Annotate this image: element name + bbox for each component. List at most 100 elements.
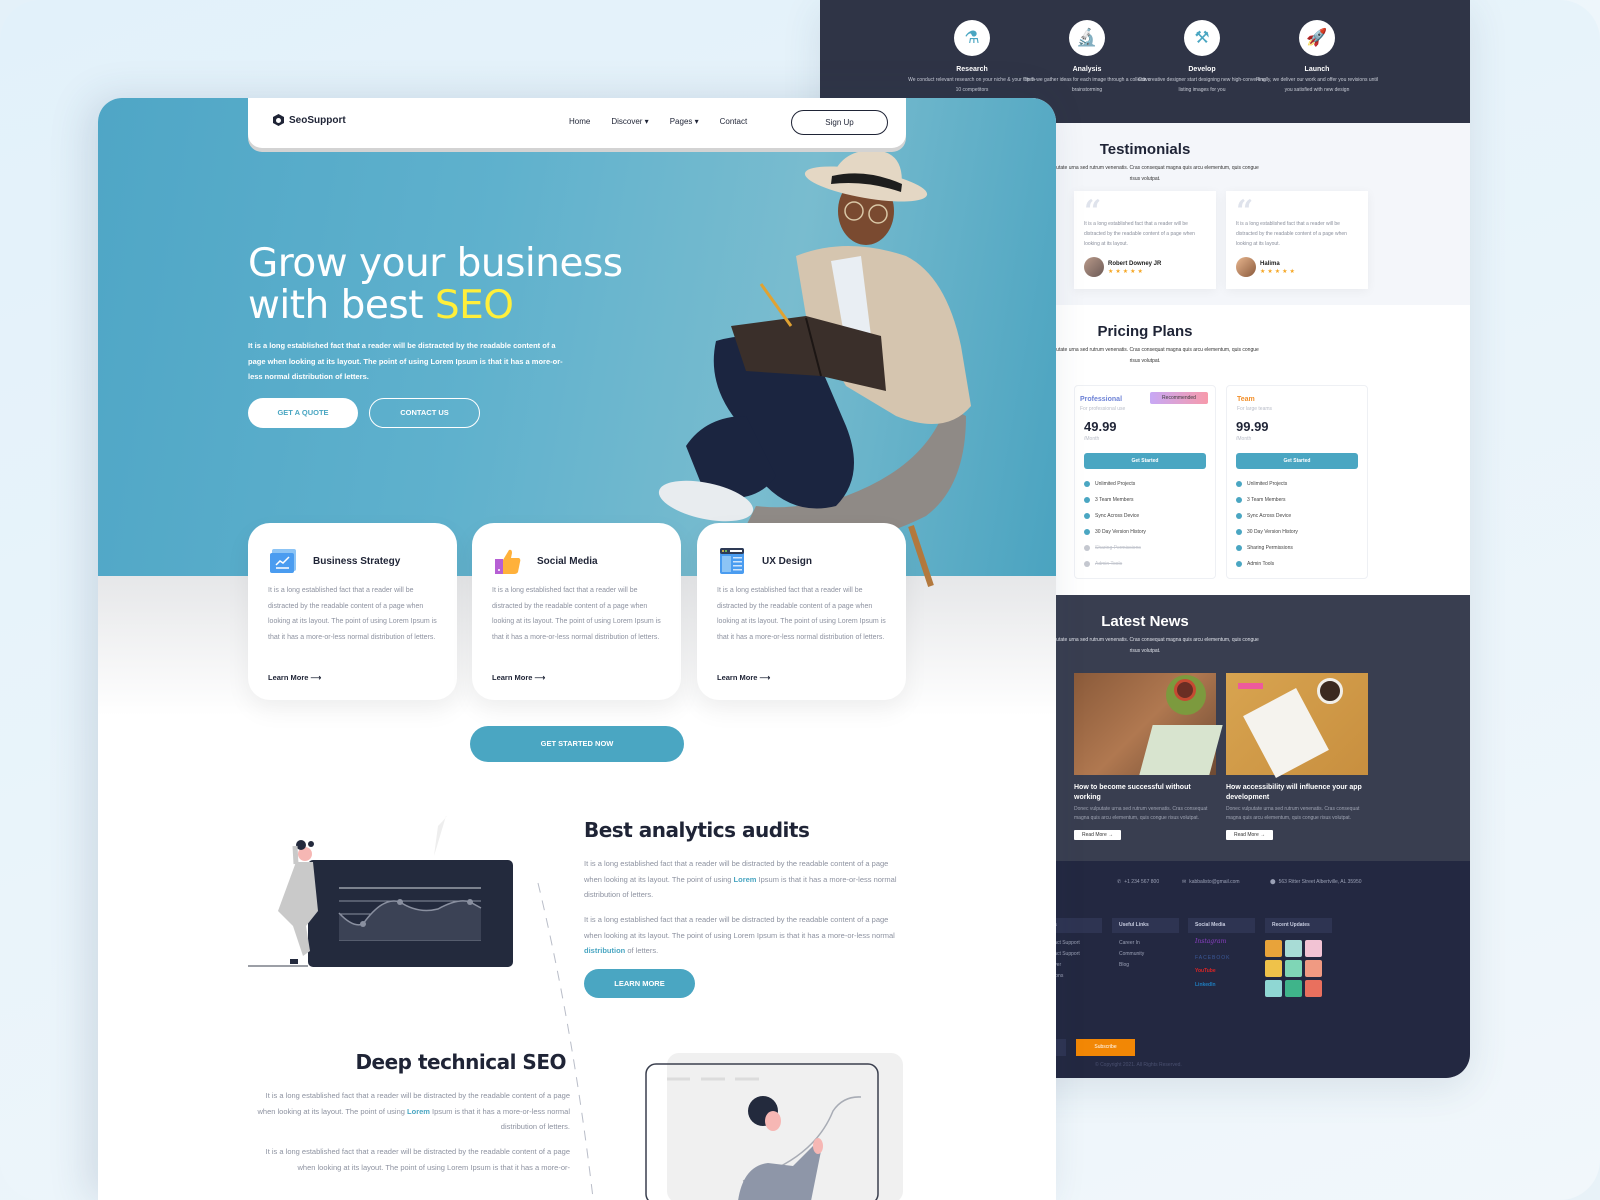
text: Ipsum is that it has a more-or-less norm… (429, 1106, 570, 1132)
news-image (1074, 673, 1223, 775)
contact-us-button[interactable]: CONTACT US (369, 398, 480, 428)
nav-link-discover[interactable]: Discover ▾ (611, 117, 648, 126)
front-page-preview: SeoSupport Home Discover ▾ Pages ▾ Conta… (98, 98, 1056, 1200)
brand-name: SeoSupport (289, 114, 346, 126)
footer-link[interactable]: Community (1119, 951, 1144, 957)
facebook-link[interactable]: FACEBOOK (1195, 955, 1231, 961)
get-a-quote-button[interactable]: GET A QUOTE (248, 398, 358, 428)
footer-address: ⬤ 563 Ritter Street Albertville, AL 35950 (1270, 879, 1362, 885)
tools-icon: ⚒ (1184, 20, 1220, 56)
nav-link-pages[interactable]: Pages ▾ (670, 117, 699, 126)
hero-title-prefix: with best (248, 283, 435, 328)
highlight-link[interactable]: Lorem (407, 1107, 430, 1116)
recent-update-thumb[interactable] (1305, 980, 1322, 997)
learn-more-button[interactable]: LEARN MORE (584, 969, 695, 998)
learn-more-link[interactable]: Learn More ⟶ (492, 673, 545, 682)
news-card[interactable]: How accessibility will influence your ap… (1226, 673, 1368, 841)
email-text[interactable]: kabbalisto@gmail.com (1189, 879, 1239, 885)
rocket-icon: 🚀 (1299, 20, 1335, 56)
process-step-title: Analysis (1072, 66, 1102, 73)
process-step-text: Then we gather ideas for each image thro… (1023, 77, 1151, 93)
news-excerpt: Donec vulputate urna sed rutrum venenati… (1226, 806, 1360, 821)
text: of letters. (625, 946, 659, 955)
phone-icon: ✆ (1117, 879, 1122, 885)
highlight-link[interactable]: distribution (584, 946, 625, 955)
feature-item: Unlimited Projects (1236, 481, 1287, 487)
learn-more-link[interactable]: Learn More ⟶ (268, 673, 321, 682)
process-step-title: Launch (1304, 66, 1330, 73)
feature-label: Sharing Permissions (1095, 545, 1141, 551)
technical-seo-title: Deep technical SEO (355, 1050, 566, 1074)
news-title-text[interactable]: How to become successful without working (1074, 783, 1216, 803)
chart-board-icon (270, 549, 296, 573)
youtube-link[interactable]: YouTube (1195, 968, 1216, 974)
plan-name: Team (1237, 396, 1255, 403)
card-title: Business Strategy (313, 556, 401, 567)
person-hair (308, 841, 314, 847)
check-icon (1236, 561, 1242, 567)
avatar (1236, 257, 1256, 277)
testimonial-card: “ It is a long established fact that a r… (1226, 191, 1368, 289)
recent-update-thumb[interactable] (1265, 960, 1282, 977)
footer-link[interactable]: Career In (1119, 940, 1140, 946)
technical-illustration (645, 1053, 903, 1200)
feature-item: 3 Team Members (1084, 497, 1134, 503)
browser-layout-icon (720, 548, 744, 574)
get-started-button[interactable]: Get Started (1236, 453, 1358, 469)
testimonials-subtitle: Donec vulputate urna sed rutrum venenati… (1031, 165, 1259, 182)
pricing-subtitle: Donec vulputate urna sed rutrum venenati… (1031, 347, 1259, 364)
highlight-link[interactable]: Lorem (734, 875, 757, 884)
footer-link[interactable]: Blog (1119, 962, 1129, 968)
technical-paragraph-1: It is a long established fact that a rea… (248, 1088, 570, 1135)
sign-up-button[interactable]: Sign Up (791, 110, 888, 135)
pricing-title: Pricing Plans (1097, 323, 1193, 340)
check-icon (1236, 497, 1242, 503)
read-more-button[interactable]: Read More → (1226, 830, 1274, 840)
footer-column-heading: Social Media (1188, 918, 1255, 933)
get-started-button[interactable]: Get Started (1084, 453, 1206, 469)
check-icon (1084, 529, 1090, 535)
card-title: Social Media (537, 556, 598, 567)
service-card-social-media: Social Media It is a long established fa… (472, 523, 681, 700)
recent-update-thumb[interactable] (1265, 980, 1282, 997)
learn-more-link[interactable]: Learn More ⟶ (717, 673, 770, 682)
instagram-link[interactable]: Instagram (1195, 938, 1226, 945)
feature-label: Sharing Permissions (1247, 545, 1293, 551)
chart-point (360, 921, 366, 927)
recent-update-thumb[interactable] (1305, 940, 1322, 957)
recommended-badge: Recommended (1150, 392, 1208, 404)
check-icon (1236, 529, 1242, 535)
feature-item: 30 Day Version History (1236, 529, 1298, 535)
pencil (759, 283, 793, 327)
card-text: It is a long established fact that a rea… (492, 587, 661, 641)
recent-update-thumb[interactable] (1285, 940, 1302, 957)
nav-link-home[interactable]: Home (569, 117, 590, 126)
subscribe-button[interactable]: Subscribe (1076, 1039, 1135, 1056)
feature-label: Unlimited Projects (1247, 481, 1288, 487)
news-image (1226, 673, 1368, 778)
news-card[interactable]: How to become successful without working… (1074, 673, 1223, 841)
read-more-button[interactable]: Read More → (1074, 830, 1122, 840)
recent-update-thumb[interactable] (1305, 960, 1322, 977)
recent-update-thumb[interactable] (1265, 940, 1282, 957)
check-icon (1084, 561, 1090, 567)
nav-link-contact[interactable]: Contact (720, 117, 748, 126)
brand-logo[interactable]: SeoSupport (273, 114, 346, 126)
chart-point (467, 899, 473, 905)
hero-description: It is a long established fact that a rea… (248, 341, 563, 381)
process-step-develop: ⚒ Develop Our creative designer start de… (1137, 20, 1267, 95)
news-title-text[interactable]: How accessibility will influence your ap… (1226, 783, 1368, 803)
linkedin-link[interactable]: LinkedIn (1195, 982, 1216, 988)
testimonials-title: Testimonials (1099, 141, 1191, 158)
feature-label: 30 Day Version History (1095, 529, 1146, 535)
feature-item: Admin Tools (1236, 561, 1274, 567)
plan-name: Professional (1080, 396, 1123, 403)
mockup-background: ⚗ Research We conduct relevant research … (0, 0, 1600, 1200)
check-icon (1236, 545, 1242, 551)
get-started-now-button[interactable]: GET STARTED NOW (470, 726, 684, 762)
recent-update-thumb[interactable] (1285, 960, 1302, 977)
recent-update-thumb[interactable] (1285, 980, 1302, 997)
card-title: UX Design (762, 556, 813, 567)
check-icon (1084, 481, 1090, 487)
location-pin-icon: ⬤ (1270, 879, 1276, 885)
